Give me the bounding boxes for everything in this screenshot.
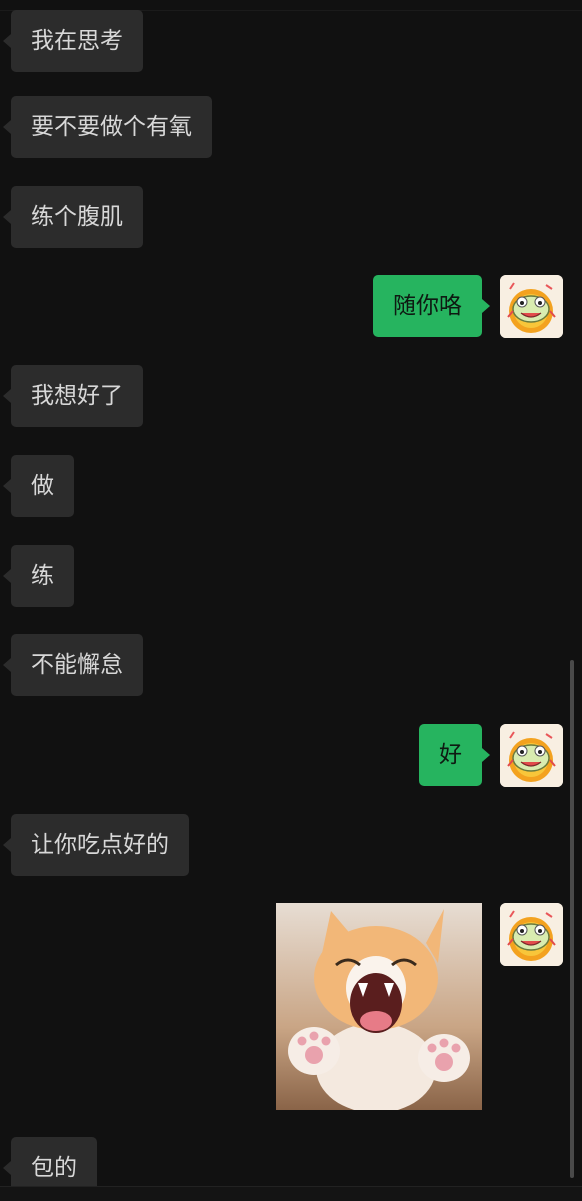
message-text: 练个腹肌: [31, 203, 123, 230]
outgoing-message-bubble[interactable]: 随你咯: [373, 275, 490, 337]
incoming-message-bubble[interactable]: 练: [3, 545, 74, 607]
message-text: 要不要做个有氧: [31, 113, 192, 140]
scrollbar[interactable]: [570, 660, 574, 1178]
outgoing-message-bubble[interactable]: 好: [419, 724, 490, 786]
user-avatar-icon[interactable]: [500, 724, 563, 787]
message-text: 做: [31, 472, 54, 499]
incoming-message-bubble[interactable]: 让你吃点好的: [3, 814, 189, 876]
message-text: 不能懈怠: [31, 651, 123, 678]
message-text: 随你咯: [393, 292, 462, 319]
incoming-message-bubble[interactable]: 我想好了: [3, 365, 143, 427]
message-text: 包的: [31, 1154, 77, 1181]
message-text: 练: [31, 562, 54, 589]
message-text: 让你吃点好的: [31, 831, 169, 858]
laughing-cat-sticker-icon[interactable]: [276, 903, 482, 1110]
user-avatar-icon[interactable]: [500, 903, 563, 966]
message-text: 好: [439, 741, 462, 768]
incoming-message-bubble[interactable]: 做: [3, 455, 74, 517]
message-text: 我在思考: [31, 27, 123, 54]
bottom-edge: [0, 1186, 582, 1201]
message-text: 我想好了: [31, 382, 123, 409]
incoming-message-bubble[interactable]: 不能懈怠: [3, 634, 143, 696]
incoming-message-bubble[interactable]: 要不要做个有氧: [3, 96, 212, 158]
incoming-message-bubble[interactable]: 我在思考: [3, 10, 143, 72]
user-avatar-icon[interactable]: [500, 275, 563, 338]
incoming-message-bubble[interactable]: 练个腹肌: [3, 186, 143, 248]
